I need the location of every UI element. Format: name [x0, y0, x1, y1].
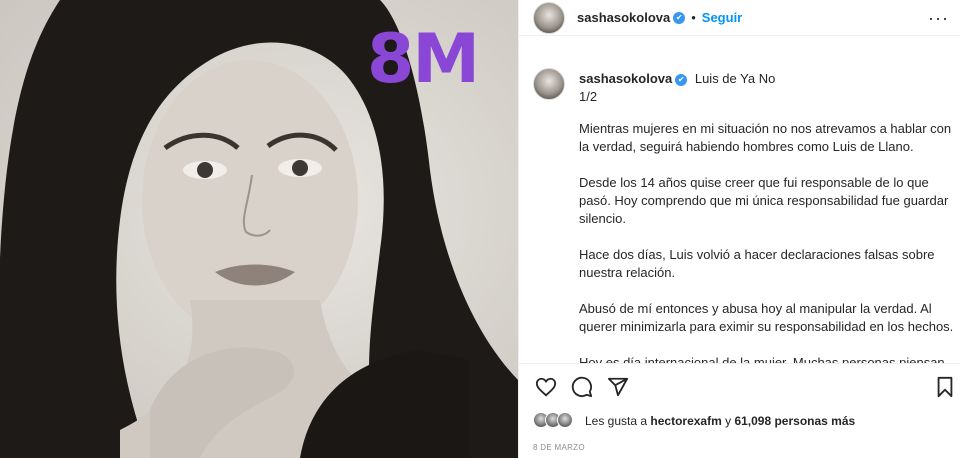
- caption-paragraph: Mientras mujeres en mi situación no nos …: [579, 121, 952, 154]
- author-avatar[interactable]: [533, 2, 565, 34]
- caption-paragraph: Hoy es día internacional de la mujer. Mu…: [579, 355, 945, 364]
- send-icon[interactable]: [607, 376, 629, 398]
- post-date: 8 DE MARZO: [533, 443, 585, 452]
- caption-verified-badge-icon: ✔: [675, 73, 688, 86]
- verified-badge-icon: ✔: [673, 11, 686, 24]
- caption-paragraph: Desde los 14 años quise creer que fui re…: [579, 175, 949, 226]
- more-options-icon[interactable]: ···: [928, 8, 949, 29]
- likes-middle: y: [721, 414, 735, 428]
- heart-icon[interactable]: [535, 376, 557, 398]
- author-username[interactable]: sashasokolova: [577, 10, 670, 25]
- caption-body: Mientras mujeres en mi situación no nos …: [579, 120, 955, 364]
- badge-8m: 8M: [367, 20, 480, 99]
- bookmark-icon[interactable]: [935, 376, 955, 398]
- caption-avatar[interactable]: [533, 68, 565, 100]
- comment-icon[interactable]: [571, 376, 593, 398]
- caption-subtitle: 1/2: [579, 89, 598, 104]
- liker-avatar[interactable]: [557, 412, 573, 428]
- caption-title: Luis de Ya No: [694, 71, 776, 86]
- likes-user[interactable]: hectorexafm: [650, 414, 721, 428]
- caption-header: sashasokolova ✔ Luis de Ya No 1/2: [579, 70, 775, 106]
- likes-prefix: Les gusta a: [585, 414, 651, 428]
- post-photo[interactable]: 8M: [0, 0, 518, 458]
- action-bar: [519, 372, 960, 404]
- caption-paragraph: Abusó de mí entonces y abusa hoy al mani…: [579, 301, 954, 334]
- separator-dot: •: [691, 10, 696, 25]
- caption-paragraph: Hace dos días, Luis volvió a hacer decla…: [579, 247, 935, 280]
- post-header: sashasokolova ✔ • Seguir ···: [519, 0, 960, 36]
- caption-section: sashasokolova ✔ Luis de Ya No 1/2 Mientra…: [519, 56, 960, 364]
- post-details-panel: sashasokolova ✔ • Seguir ··· sashasokolo…: [518, 0, 960, 458]
- likes-count[interactable]: 61,098 personas más: [734, 414, 855, 428]
- header-user: sashasokolova ✔ • Seguir: [577, 10, 742, 25]
- caption-username[interactable]: sashasokolova: [579, 71, 672, 86]
- follow-button[interactable]: Seguir: [702, 10, 742, 25]
- likes-text[interactable]: Les gusta a hectorexafm y 61,098 persona…: [585, 414, 855, 428]
- likes-row: Les gusta a hectorexafm y 61,098 persona…: [519, 410, 960, 432]
